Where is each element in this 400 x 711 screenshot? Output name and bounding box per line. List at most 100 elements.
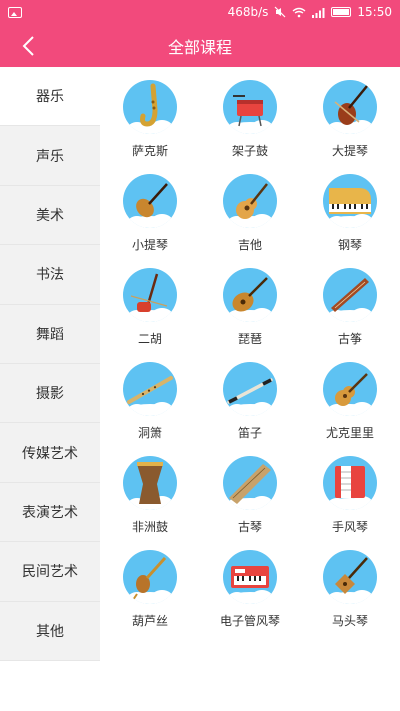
ukulele-icon	[335, 373, 368, 406]
instrument-label: 古琴	[237, 520, 262, 534]
cello-icon	[334, 85, 368, 125]
accordion-icon	[335, 466, 365, 498]
pipa-icon	[232, 277, 268, 312]
instrument-icon-circle	[223, 268, 277, 322]
instrument-card[interactable]: 古筝	[300, 255, 400, 349]
sidebar-item-dance[interactable]: 舞蹈	[0, 305, 100, 364]
instrument-label: 电子管风琴	[219, 614, 280, 628]
instrument-label: 非洲鼓	[131, 520, 168, 534]
instrument-label: 二胡	[137, 332, 162, 346]
instrument-card[interactable]: 琵琶	[200, 255, 300, 349]
signal-icon	[312, 7, 325, 18]
instrument-label: 小提琴	[131, 238, 168, 252]
morin-khuur-icon	[335, 557, 368, 594]
clock: 15:50	[357, 5, 392, 19]
sidebar-item-other[interactable]: 其他	[0, 602, 100, 661]
category-sidebar: 器乐 声乐 美术 书法 舞蹈 摄影 传媒艺术 表演艺术 民间艺术 其他	[0, 67, 100, 661]
guqin-icon	[229, 464, 271, 504]
instrument-card[interactable]: 洞箫	[100, 349, 200, 443]
guzheng-icon	[331, 278, 369, 312]
instrument-label: 古筝	[337, 332, 362, 346]
instrument-icon-circle	[223, 456, 277, 510]
instrument-icon-circle	[123, 362, 177, 416]
instrument-card[interactable]: 钢琴	[300, 161, 400, 255]
instrument-card[interactable]: 大提琴	[300, 67, 400, 161]
instrument-icon-circle	[123, 174, 177, 228]
header-bar: 全部课程	[0, 24, 400, 67]
sidebar-item-calligraphy[interactable]: 书法	[0, 245, 100, 305]
sidebar-item-label: 摄影	[36, 386, 64, 403]
image-notification-icon	[8, 6, 22, 18]
instrument-icon-circle	[123, 550, 177, 604]
instrument-icon-circle	[323, 456, 377, 510]
violin-icon	[136, 183, 168, 218]
instrument-card[interactable]: 电子管风琴	[200, 537, 300, 631]
instrument-card[interactable]: 架子鼓	[200, 67, 300, 161]
instrument-icon-circle	[223, 550, 277, 604]
piano-icon	[329, 188, 371, 214]
saxophone-icon	[140, 83, 158, 127]
instrument-card[interactable]: 二胡	[100, 255, 200, 349]
sidebar-item-label: 民间艺术	[22, 564, 78, 581]
instrument-icon-circle	[123, 456, 177, 510]
sidebar-item-folk-arts[interactable]: 民间艺术	[0, 542, 100, 602]
instrument-card[interactable]: 马头琴	[300, 537, 400, 631]
wifi-icon	[292, 7, 306, 17]
sidebar-item-label: 器乐	[36, 89, 64, 106]
drum-kit-icon	[233, 95, 263, 127]
electronic-organ-icon	[231, 566, 269, 588]
instrument-icon-circle	[323, 268, 377, 322]
back-arrow-icon[interactable]	[18, 34, 40, 58]
instrument-label: 尤克里里	[325, 426, 374, 440]
instrument-icon-circle	[323, 174, 377, 228]
instrument-icon-circle	[323, 80, 377, 134]
instrument-card[interactable]: 古琴	[200, 443, 300, 537]
mute-icon	[274, 6, 286, 18]
instrument-card[interactable]: 手风琴	[300, 443, 400, 537]
instrument-icon-circle	[223, 80, 277, 134]
sidebar-item-label: 书法	[36, 267, 64, 284]
instrument-label: 萨克斯	[131, 144, 168, 158]
instrument-card[interactable]: 葫芦丝	[100, 537, 200, 631]
instrument-icon-circle	[123, 80, 177, 134]
instrument-label: 大提琴	[331, 144, 368, 158]
status-bar: 468b/s 15:50	[0, 0, 400, 24]
sidebar-item-photography[interactable]: 摄影	[0, 364, 100, 424]
instrument-label: 葫芦丝	[131, 614, 168, 628]
instrument-label: 洞箫	[137, 426, 162, 440]
sidebar-item-fine-arts[interactable]: 美术	[0, 186, 100, 246]
sidebar-item-label: 美术	[36, 207, 64, 224]
hulusi-icon	[132, 556, 167, 601]
instrument-label: 钢琴	[337, 238, 362, 252]
instrument-card[interactable]: 尤克里里	[300, 349, 400, 443]
instrument-icon-circle	[323, 362, 377, 416]
erhu-icon	[130, 273, 168, 312]
sidebar-item-label: 其他	[36, 623, 64, 640]
djembe-icon	[137, 462, 163, 504]
instrument-icon-circle	[223, 362, 277, 416]
sidebar-item-vocal[interactable]: 声乐	[0, 126, 100, 186]
battery-icon	[331, 7, 352, 17]
instrument-card[interactable]: 吉他	[200, 161, 300, 255]
instrument-card[interactable]: 小提琴	[100, 161, 200, 255]
page-title: 全部课程	[167, 37, 232, 57]
instrument-label: 架子鼓	[231, 144, 268, 158]
network-speed: 468b/s	[227, 5, 269, 19]
instrument-icon-circle	[223, 174, 277, 228]
instrument-card[interactable]: 笛子	[200, 349, 300, 443]
sidebar-item-performing-arts[interactable]: 表演艺术	[0, 483, 100, 543]
guitar-icon	[236, 183, 268, 219]
instrument-card[interactable]: 萨克斯	[100, 67, 200, 161]
instrument-card[interactable]: 非洲鼓	[100, 443, 200, 537]
sidebar-item-label: 表演艺术	[22, 504, 78, 521]
sidebar-item-label: 舞蹈	[36, 326, 64, 343]
dongxiao-icon	[127, 376, 173, 404]
sidebar-item-label: 传媒艺术	[22, 445, 78, 462]
sidebar-item-media-arts[interactable]: 传媒艺术	[0, 423, 100, 483]
sidebar-item-label: 声乐	[36, 148, 64, 165]
instrument-icon-circle	[323, 550, 377, 604]
instrument-label: 马头琴	[331, 614, 368, 628]
instrument-icon-circle	[123, 268, 177, 322]
flute-icon	[227, 378, 273, 404]
sidebar-item-instrumental[interactable]: 器乐	[0, 67, 100, 127]
